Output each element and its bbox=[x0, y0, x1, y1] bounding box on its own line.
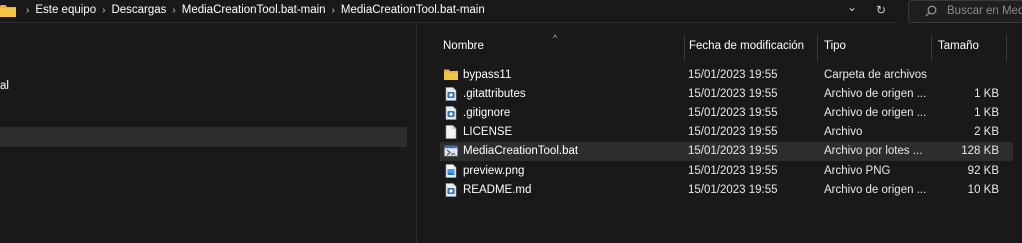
file-name: .gitignore bbox=[463, 107, 511, 119]
source-file-icon bbox=[445, 87, 457, 101]
file-icon bbox=[445, 125, 457, 139]
nav-item-label: al bbox=[0, 80, 9, 92]
file-date: 15/01/2023 19:55 bbox=[688, 107, 778, 119]
file-list: ^ Nombre Fecha de modificación Tipo Tama… bbox=[426, 23, 1022, 243]
file-size: 92 KB bbox=[967, 165, 999, 177]
batch-file-icon bbox=[444, 145, 458, 157]
file-row[interactable]: .gitignore 15/01/2023 19:55 Archivo de o… bbox=[440, 104, 1022, 123]
chevron-right-icon: › bbox=[102, 4, 106, 16]
file-type: Archivo de origen ... bbox=[824, 184, 927, 196]
file-name: preview.png bbox=[463, 165, 525, 177]
column-header-row: ^ Nombre Fecha de modificación Tipo Tama… bbox=[426, 33, 1022, 61]
file-date: 15/01/2023 19:55 bbox=[688, 69, 778, 81]
image-file-icon bbox=[445, 164, 457, 178]
search-icon bbox=[925, 5, 937, 17]
crumb-mediacreationtool-main[interactable]: MediaCreationTool.bat-main bbox=[182, 4, 326, 16]
file-type: Archivo de origen ... bbox=[824, 88, 927, 100]
folder-icon bbox=[444, 69, 458, 80]
file-date: 15/01/2023 19:55 bbox=[688, 126, 778, 138]
file-row[interactable]: preview.png 15/01/2023 19:55 Archivo PNG… bbox=[440, 162, 1022, 181]
file-row[interactable]: LICENSE 15/01/2023 19:55 Archivo 2 KB bbox=[440, 123, 1022, 142]
chevron-down-icon[interactable]: ⌄ bbox=[847, 0, 857, 14]
column-header-size[interactable]: Tamaño bbox=[938, 40, 979, 52]
nav-item[interactable]: al bbox=[0, 77, 407, 97]
crumb-mediacreationtool-main-current[interactable]: MediaCreationTool.bat-main bbox=[341, 4, 485, 16]
file-date: 15/01/2023 19:55 bbox=[688, 165, 778, 177]
column-divider[interactable] bbox=[817, 35, 818, 61]
pane-splitter[interactable] bbox=[416, 24, 417, 243]
search-placeholder: Buscar en Media bbox=[947, 5, 1022, 17]
file-name: .gitattributes bbox=[463, 88, 526, 100]
column-header-type[interactable]: Tipo bbox=[824, 40, 846, 52]
file-name: LICENSE bbox=[463, 126, 513, 138]
navigation-pane: al bbox=[0, 23, 418, 243]
file-type: Archivo de origen ... bbox=[824, 107, 927, 119]
address-bar: › Este equipo › Descargas › MediaCreatio… bbox=[0, 0, 1022, 23]
file-size: 1 KB bbox=[974, 107, 999, 119]
source-file-icon bbox=[445, 183, 457, 197]
file-type: Archivo por lotes ... bbox=[824, 145, 923, 157]
refresh-icon[interactable]: ↻ bbox=[876, 3, 886, 17]
file-date: 15/01/2023 19:55 bbox=[688, 145, 778, 157]
file-size: 2 KB bbox=[974, 126, 999, 138]
crumb-este-equipo[interactable]: Este equipo bbox=[35, 4, 96, 16]
file-size: 1 KB bbox=[974, 88, 999, 100]
folder-icon bbox=[0, 5, 16, 17]
column-divider[interactable] bbox=[931, 35, 932, 61]
column-header-name[interactable]: Nombre bbox=[443, 40, 484, 52]
column-header-date[interactable]: Fecha de modificación bbox=[689, 40, 804, 52]
file-row[interactable]: bypass11 15/01/2023 19:55 Carpeta de arc… bbox=[440, 66, 1022, 85]
file-date: 15/01/2023 19:55 bbox=[688, 88, 778, 100]
file-type: Archivo bbox=[824, 126, 863, 138]
source-file-icon bbox=[445, 106, 457, 120]
file-date: 15/01/2023 19:55 bbox=[688, 184, 778, 196]
file-name: README.md bbox=[463, 184, 532, 196]
file-type: Archivo PNG bbox=[824, 165, 891, 177]
chevron-right-icon: › bbox=[331, 4, 335, 16]
file-row-selected[interactable]: MediaCreationTool.bat 15/01/2023 19:55 A… bbox=[440, 142, 1013, 161]
address-box[interactable]: › Este equipo › Descargas › MediaCreatio… bbox=[0, 0, 898, 23]
file-size: 10 KB bbox=[967, 184, 999, 196]
breadcrumb: › Este equipo › Descargas › MediaCreatio… bbox=[20, 4, 485, 16]
file-row[interactable]: .gitattributes 15/01/2023 19:55 Archivo … bbox=[440, 85, 1022, 104]
file-name: bypass11 bbox=[463, 69, 512, 81]
chevron-right-icon: › bbox=[26, 4, 30, 16]
column-divider[interactable] bbox=[1006, 35, 1007, 61]
file-name: MediaCreationTool.bat bbox=[463, 145, 579, 157]
chevron-right-icon: › bbox=[172, 4, 176, 16]
search-input[interactable]: Buscar en Media bbox=[908, 0, 1022, 23]
file-type: Carpeta de archivos bbox=[824, 69, 927, 81]
crumb-descargas[interactable]: Descargas bbox=[111, 4, 166, 16]
sort-ascending-icon: ^ bbox=[553, 33, 558, 43]
file-size: 128 KB bbox=[961, 145, 999, 157]
nav-item-selected[interactable] bbox=[0, 127, 407, 147]
column-divider[interactable] bbox=[684, 35, 685, 61]
file-row[interactable]: README.md 15/01/2023 19:55 Archivo de or… bbox=[440, 181, 1022, 200]
